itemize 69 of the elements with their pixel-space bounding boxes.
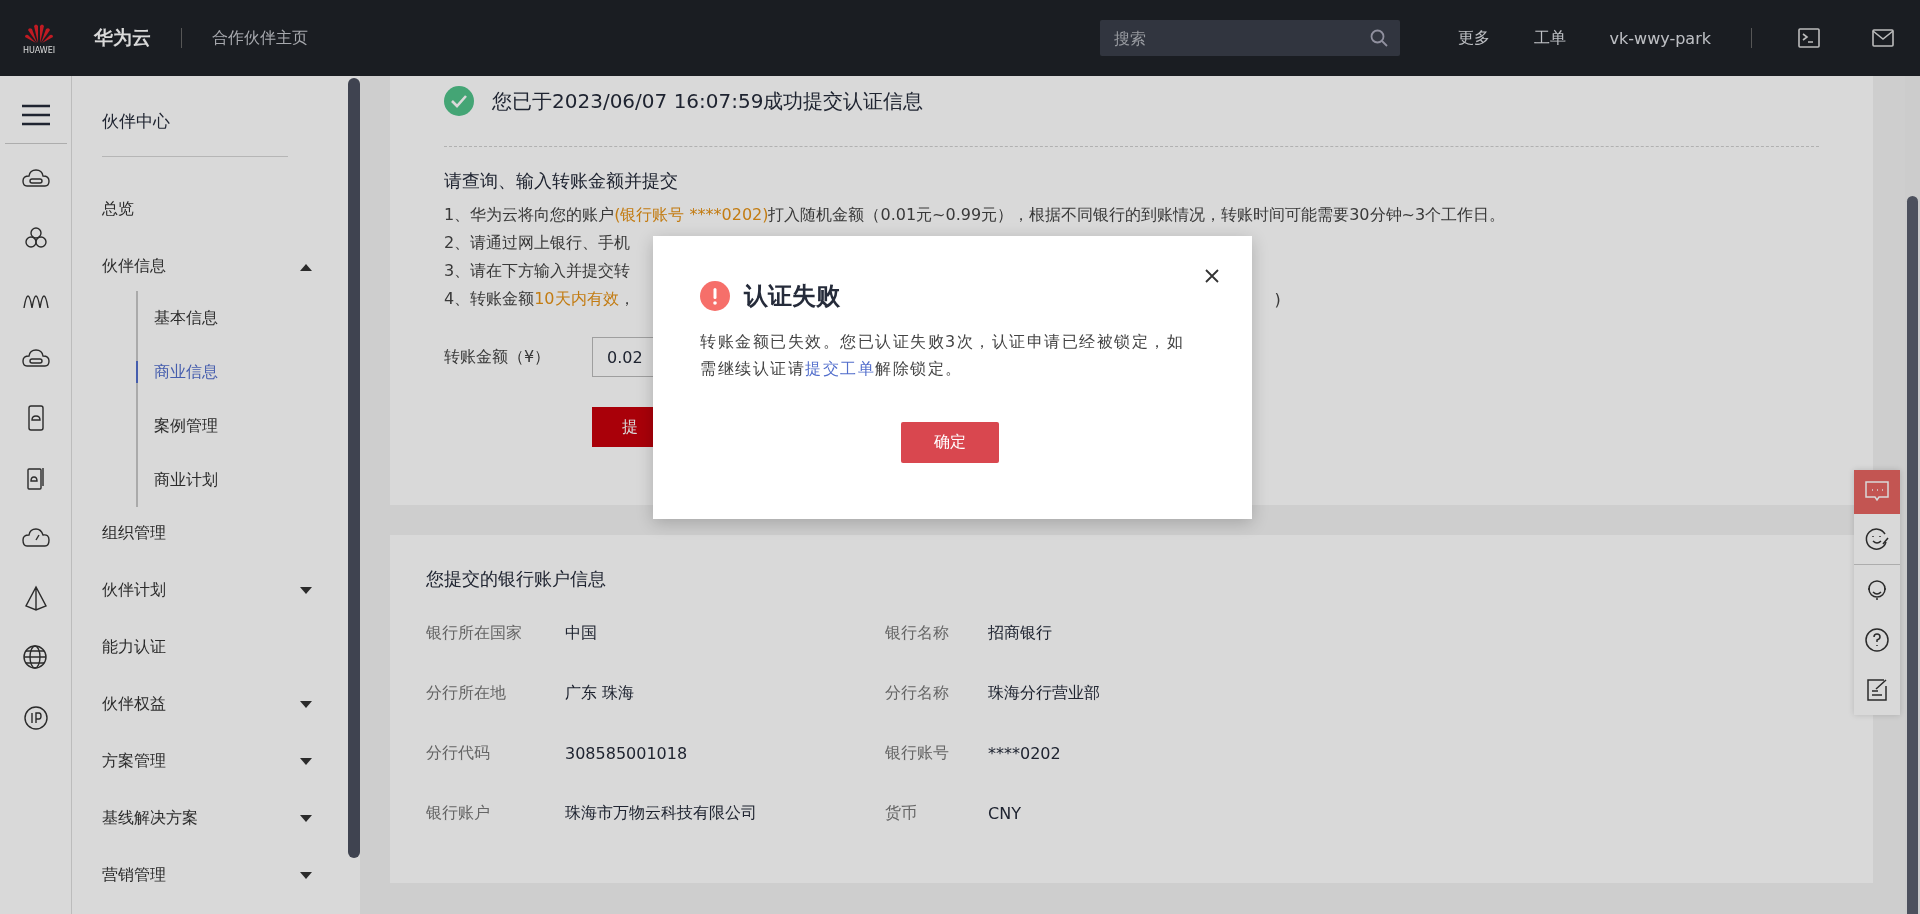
- expand-caret-icon[interactable]: [300, 871, 312, 880]
- field-label: 银行所在国家: [426, 622, 522, 644]
- close-icon[interactable]: [1204, 268, 1220, 284]
- top-link[interactable]: 工单: [1533, 27, 1566, 49]
- terminal-icon[interactable]: [1798, 28, 1820, 48]
- nav-item[interactable]: 伙伴权益: [102, 676, 320, 733]
- nav-subitem[interactable]: 商业计划: [136, 453, 278, 507]
- success-message: 您已于2023/06/07 16:07:59成功提交认证信息: [492, 87, 924, 115]
- search-icon[interactable]: [1369, 29, 1388, 47]
- nav-item[interactable]: 营销管理: [102, 847, 320, 904]
- section-title: 请查询、输入转账金额并提交: [444, 169, 679, 193]
- help-icon: [1864, 627, 1890, 653]
- collapse-caret-icon[interactable]: [300, 262, 312, 271]
- dialog-message: 转账金额已失效。您已认证失败3次，认证申请已经被锁定，如需继续认证请提交工单解除锁定。: [700, 331, 1186, 380]
- field-value: 广东 珠海: [565, 682, 635, 704]
- globe-icon[interactable]: [21, 644, 50, 672]
- field-value: 珠海市万物云科技有限公司: [565, 802, 757, 824]
- logo-text: HUAWEI: [22, 45, 56, 55]
- dialog-title: 认证失败: [744, 281, 840, 312]
- field-label: 分行名称: [885, 682, 949, 704]
- note-icon: [1864, 677, 1890, 703]
- field-label: 分行代码: [426, 742, 490, 764]
- ip-icon[interactable]: [21, 704, 50, 732]
- smiley-icon: [1864, 526, 1890, 552]
- field-value: 珠海分行营业部: [988, 682, 1100, 704]
- error-icon: [700, 281, 730, 311]
- nav-item[interactable]: 能力认证: [102, 619, 320, 676]
- nav-subitem[interactable]: 案例管理: [136, 399, 278, 453]
- instruction-text: 1、华为云将向您的账户(银行账号 ****0202)打入随机金额（0.01元~0.99元），根据不同银行的到账情况，转账时间可能需要30分钟~3个工作日。: [444, 204, 1506, 226]
- field-value: 308585001018: [565, 743, 688, 763]
- field-label: 银行名称: [885, 622, 949, 644]
- nav-item[interactable]: 总览: [102, 181, 320, 238]
- huawei-logo[interactable]: HUAWEI: [14, 21, 64, 55]
- field-label: 银行账号: [885, 742, 949, 764]
- field-value: 招商银行: [988, 622, 1052, 644]
- nav-subitem[interactable]: 商业信息: [136, 361, 278, 383]
- top-link[interactable]: 更多: [1457, 27, 1490, 49]
- expand-caret-icon[interactable]: [300, 586, 312, 595]
- instruction-text: 3、请在下方输入并提交转: [444, 260, 631, 282]
- scrollbar-thumb[interactable]: [348, 78, 360, 858]
- submit-ticket-link[interactable]: 提交工单: [805, 359, 875, 378]
- field-value: ****0202: [988, 743, 1061, 763]
- field-label: 货币: [885, 802, 917, 824]
- expand-caret-icon[interactable]: [300, 700, 312, 709]
- nav-item[interactable]: 伙伴计划: [102, 562, 320, 619]
- instruction-text: 4、转账金额10天内有效，: [444, 288, 635, 310]
- scrollbar-thumb[interactable]: [1907, 196, 1918, 914]
- field-label: 分行所在地: [426, 682, 506, 704]
- nav-item[interactable]: 方案管理: [102, 733, 320, 790]
- field-value: 中国: [565, 622, 597, 644]
- expand-caret-icon[interactable]: [300, 814, 312, 823]
- nav-item[interactable]: 基线解决方案: [102, 790, 320, 847]
- instruction-text: 2、请通过网上银行、手机: [444, 232, 631, 254]
- field-label: 银行账户: [426, 802, 490, 824]
- search-field[interactable]: 搜索: [1099, 20, 1400, 56]
- nav-title: 伙伴中心: [102, 110, 171, 133]
- top-link[interactable]: vk-wwy-park: [1609, 28, 1711, 48]
- nav-item[interactable]: 组织管理: [102, 505, 320, 562]
- mail-icon[interactable]: [1872, 29, 1894, 47]
- success-check-icon: [444, 86, 474, 116]
- amount-label: 转账金额（¥）: [444, 346, 552, 368]
- confirm-button[interactable]: 确定: [901, 422, 999, 463]
- section-title: 您提交的银行账户信息: [426, 567, 607, 591]
- brand-name[interactable]: 华为云: [94, 25, 151, 51]
- instruction-text: ): [1274, 289, 1281, 309]
- field-value: CNY: [988, 803, 1021, 823]
- menu-icon[interactable]: [21, 104, 50, 126]
- expand-caret-icon[interactable]: [300, 757, 312, 766]
- partner-home-link[interactable]: 合作伙伴主页: [212, 27, 308, 49]
